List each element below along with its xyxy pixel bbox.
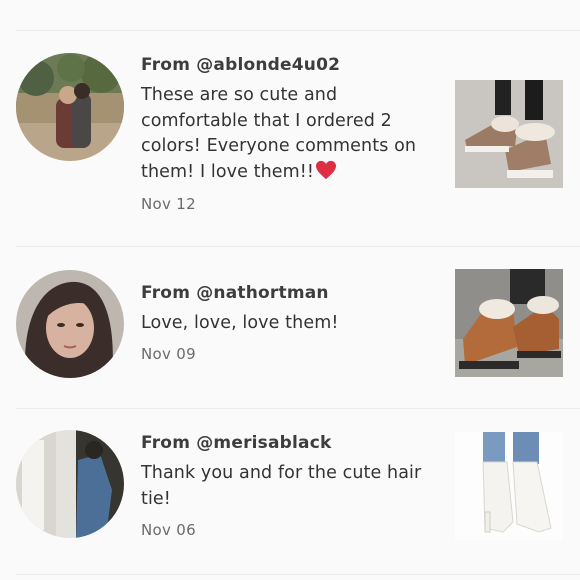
divider [16,408,580,409]
comment-text: Thank you and for the cute hair tie! [141,463,422,509]
comment-author[interactable]: From @nathortman [141,283,329,303]
product-thumbnail[interactable] [455,269,563,377]
comment-author[interactable]: From @ablonde4u02 [141,55,340,75]
user-avatar[interactable] [16,270,124,378]
product-thumbnail[interactable] [455,80,563,188]
divider [16,574,580,575]
user-avatar[interactable] [16,53,124,161]
comment-date: Nov 12 [141,195,196,213]
product-thumbnail[interactable] [455,432,563,540]
user-avatar[interactable] [16,430,124,538]
comment-date: Nov 06 [141,521,196,539]
comment-text: Love, love, love them! [141,313,339,333]
divider [16,246,580,247]
comment-text: These are so cute and comfortable that I… [141,85,417,182]
comment-author[interactable]: From @merisablack [141,433,332,453]
divider [16,30,580,31]
heart-emoji-icon [316,160,337,179]
comment-date: Nov 09 [141,345,196,363]
